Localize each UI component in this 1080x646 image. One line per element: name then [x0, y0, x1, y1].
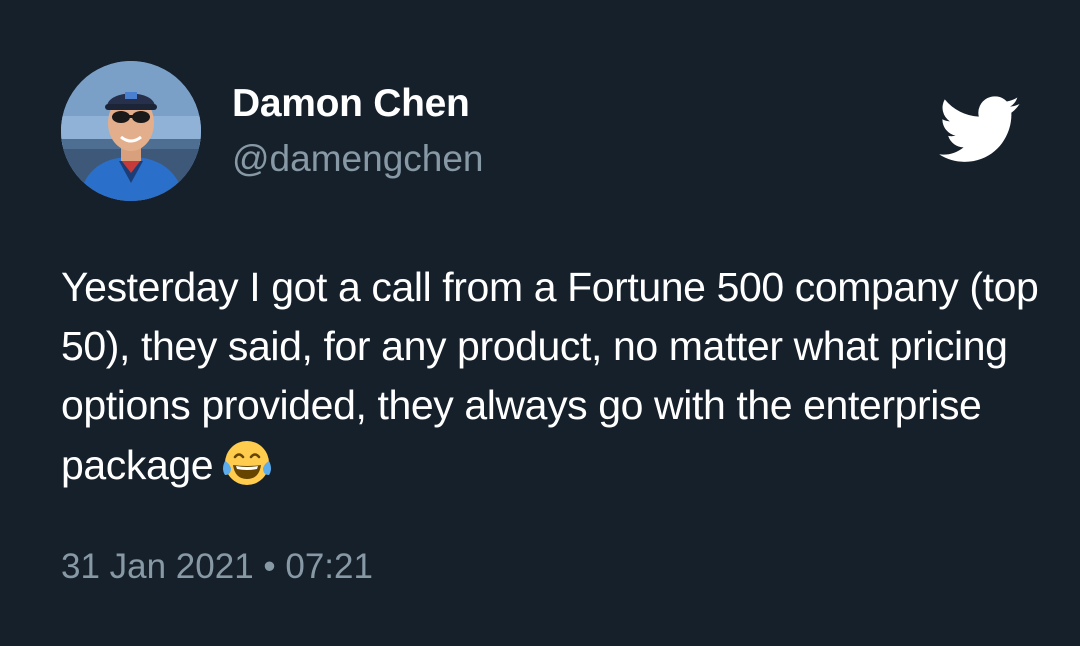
avatar-image: [61, 61, 201, 201]
user-handle[interactable]: @damengchen: [232, 138, 484, 180]
avatar[interactable]: [61, 61, 201, 201]
tweet-timestamp[interactable]: 31 Jan 2021 • 07:21: [61, 547, 373, 587]
tweet-body: Yesterday I got a call from a Fortune 50…: [61, 264, 1039, 488]
tweet-text: Yesterday I got a call from a Fortune 50…: [61, 258, 1051, 495]
display-name[interactable]: Damon Chen: [232, 82, 470, 126]
twitter-bird-icon[interactable]: [939, 96, 1021, 164]
face-with-tears-of-joy-icon: [223, 441, 272, 485]
tweet-card: Damon Chen @damengchen Yesterday I got a…: [0, 0, 1080, 646]
